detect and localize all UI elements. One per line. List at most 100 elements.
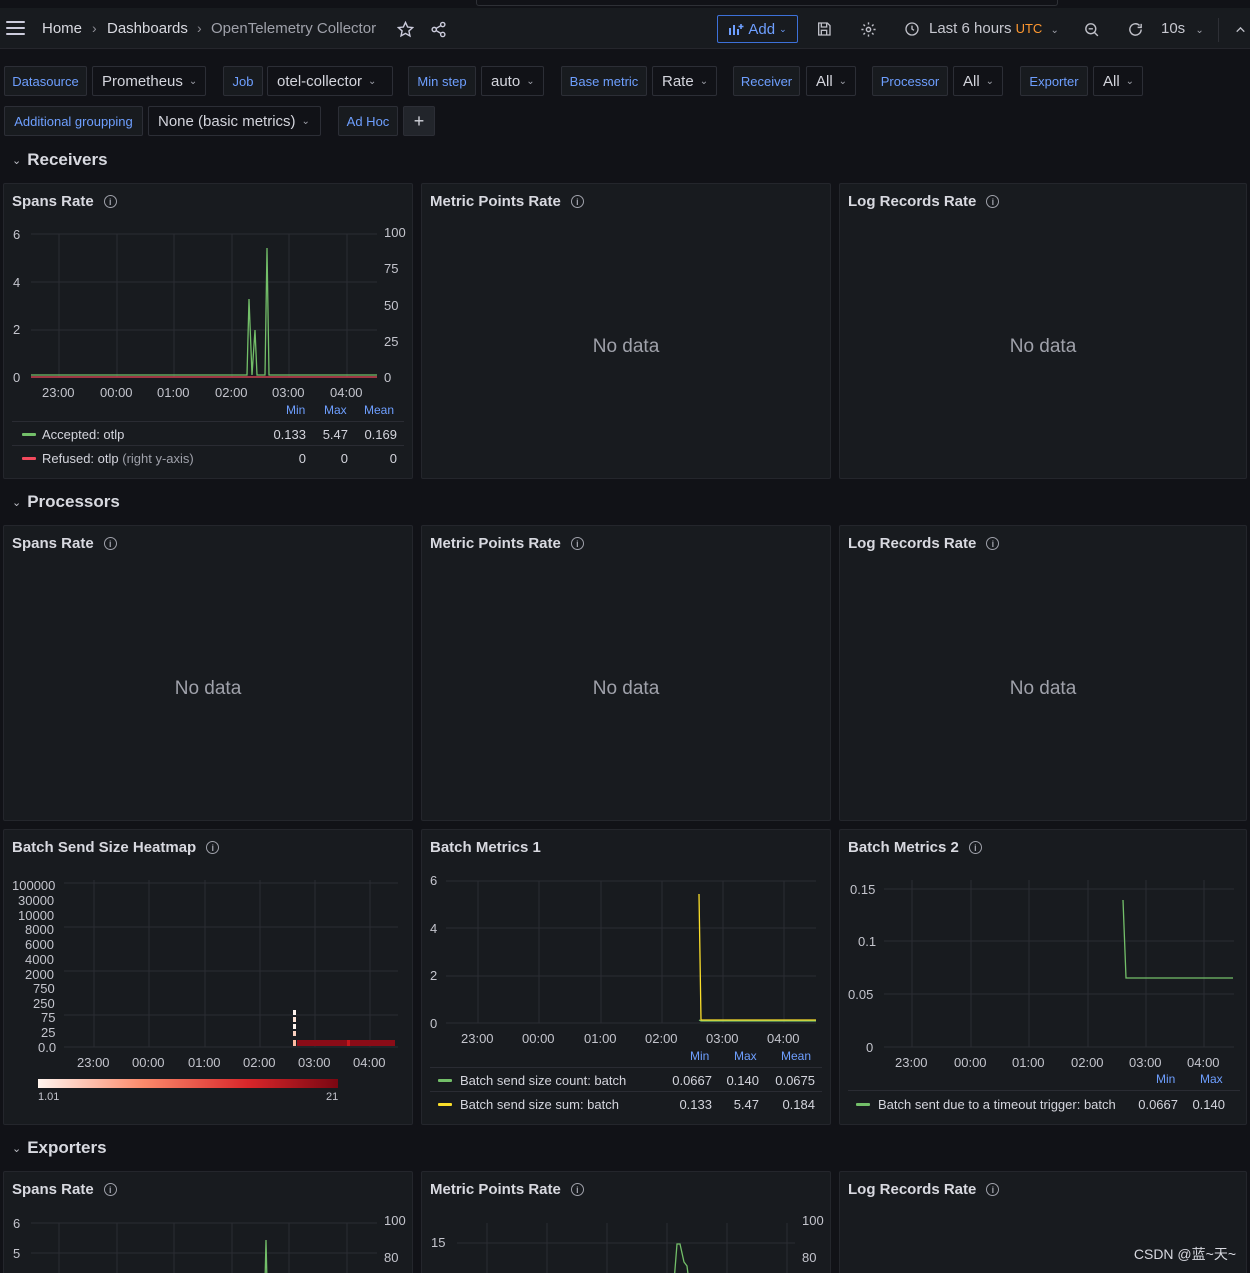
x-tick: 01:00 [1012,1055,1045,1070]
star-icon[interactable] [392,16,418,42]
legend-header-mean[interactable]: Mean [781,1049,811,1063]
variable-value: None (basic metrics) [158,112,296,130]
zoom-out-icon[interactable] [1078,16,1104,42]
panel-processors-log-records-rate[interactable]: Log Records Rate i No data [839,525,1247,821]
variable-select-exporter[interactable]: All ⌄ [1093,66,1143,96]
heatmap-color-scale [38,1079,338,1088]
panel-title: Spans Rate i [12,535,117,552]
legend-mean: 0.0675 [775,1073,815,1088]
y-tick: 6 [13,1216,21,1231]
panel-receivers-log-records-rate[interactable]: Log Records Rate i No data [839,183,1247,479]
x-tick: 23:00 [895,1055,928,1070]
timezone-label: UTC [1015,21,1043,36]
y-tick: 30000 [18,893,55,908]
refresh-interval-picker[interactable]: 10s ⌄ [1161,20,1204,37]
panel-batch-metrics-1[interactable]: Batch Metrics 1 6 4 2 0 23:00 00:00 01:0… [421,829,831,1125]
legend-min: 0.0667 [672,1073,712,1088]
panel-exporters-metric-points-rate[interactable]: Metric Points Rate i 15 100 80 [421,1171,831,1273]
series-line-timeout-trigger [1122,899,1233,979]
panel-processors-spans-rate[interactable]: Spans Rate i No data [3,525,413,821]
legend-max: 5.47 [733,1097,759,1112]
variable-label-processor: Processor [872,66,948,96]
legend-header-max[interactable]: Max [734,1049,757,1063]
heatmap-cell [293,1017,296,1022]
legend-max: 0.140 [726,1073,759,1088]
variable-select-receiver[interactable]: All ⌄ [806,66,856,96]
y-tick: 6 [13,227,21,242]
row-exporters[interactable]: ⌄ Exporters [12,1138,107,1158]
panel-processors-metric-points-rate[interactable]: Metric Points Rate i No data [421,525,831,821]
variable-select-processor[interactable]: All ⌄ [953,66,1003,96]
variable-select-datasource[interactable]: Prometheus ⌄ [92,66,206,96]
variable-select-job[interactable]: otel-collector ⌄ [267,66,393,96]
info-icon[interactable]: i [986,195,1000,208]
y2-tick: 100 [384,1213,406,1228]
panel-title-text: Spans Rate [12,535,94,552]
info-icon[interactable]: i [986,1183,1000,1196]
time-range-picker[interactable]: Last 6 hours UTC ⌄ [929,20,1059,37]
breadcrumb-dashboards[interactable]: Dashboards [107,20,188,37]
info-icon[interactable]: i [986,537,1000,550]
legend-series-timeout-trigger[interactable]: Batch sent due to a timeout trigger: bat… [878,1097,1116,1112]
variable-label-exporter: Exporter [1020,66,1088,96]
variable-select-min-step[interactable]: auto ⌄ [481,66,544,96]
variable-label-ad-hoc: Ad Hoc [338,106,398,136]
legend-series-batch-sum[interactable]: Batch send size sum: batch [460,1097,619,1112]
variable-select-base-metric[interactable]: Rate ⌄ [652,66,717,96]
share-icon[interactable] [425,16,451,42]
add-filter-button[interactable]: + [403,106,435,136]
info-icon[interactable]: i [570,537,584,550]
row-processors[interactable]: ⌄ Processors [12,492,120,512]
x-tick: 01:00 [584,1031,617,1046]
legend-series-batch-count[interactable]: Batch send size count: batch [460,1073,626,1088]
variable-select-additional-groupping[interactable]: None (basic metrics) ⌄ [148,106,321,136]
panel-title-text: Log Records Rate [848,1181,977,1198]
legend-divider [430,1091,822,1092]
time-range-label: Last 6 hours [929,20,1012,37]
row-receivers[interactable]: ⌄ Receivers [12,150,108,170]
x-tick: 02:00 [645,1031,678,1046]
y-tick: 15 [431,1235,446,1250]
y-tick: 6 [430,873,438,888]
y-tick: 4 [13,275,21,290]
legend-divider [848,1090,1240,1091]
panel-title: Metric Points Rate i [430,193,584,210]
x-tick: 00:00 [100,385,133,400]
chevron-down-icon: ⌄ [526,75,535,87]
panel-exporters-spans-rate[interactable]: Spans Rate i 6 5 100 80 [3,1171,413,1273]
x-tick: 23:00 [42,385,75,400]
panel-receivers-spans-rate[interactable]: Spans Rate i 6 4 2 0 100 75 50 25 0 23:00… [3,183,413,479]
panel-receivers-metric-points-rate[interactable]: Metric Points Rate i No data [421,183,831,479]
save-icon[interactable] [811,16,837,42]
refresh-icon[interactable] [1122,16,1148,42]
legend-header-min[interactable]: Min [690,1049,709,1063]
menu-icon[interactable] [6,21,25,35]
add-button[interactable]: Add ⌄ [717,15,798,43]
info-icon[interactable]: i [103,537,117,550]
chevron-down-icon: ⌄ [12,496,22,509]
variable-value: otel-collector [277,72,363,90]
panel-batch-send-size-heatmap[interactable]: Batch Send Size Heatmap i 100000 30000 10… [3,829,413,1125]
legend-header-max[interactable]: Max [324,403,347,417]
y-tick: 100000 [12,878,56,893]
gear-icon[interactable] [855,16,881,42]
info-icon[interactable]: i [570,195,584,208]
legend-header-min[interactable]: Min [286,403,305,417]
legend-series-suffix: (right y-axis) [122,451,194,466]
legend-series-accepted[interactable]: Accepted: otlp [42,427,124,442]
breadcrumb-home[interactable]: Home [42,20,82,37]
panel-title: Log Records Rate i [848,193,1000,210]
chevron-up-icon[interactable] [1227,16,1250,42]
y-tick: 0.1 [858,934,877,949]
y-tick: 0 [430,1016,438,1031]
legend-header-mean[interactable]: Mean [364,403,394,417]
variable-value: Rate [662,72,694,90]
legend-header-max[interactable]: Max [1200,1072,1223,1086]
x-tick: 04:00 [1187,1055,1220,1070]
x-tick: 23:00 [461,1031,494,1046]
panel-batch-metrics-2[interactable]: Batch Metrics 2i 0.15 0.1 0.05 0 23:00 0… [839,829,1247,1125]
breadcrumb-separator-icon: › [92,20,97,36]
legend-header-min[interactable]: Min [1156,1072,1175,1086]
panel-title: Log Records Rate i [848,1181,1000,1198]
legend-series-refused[interactable]: Refused: otlp (right y-axis) [42,451,194,466]
